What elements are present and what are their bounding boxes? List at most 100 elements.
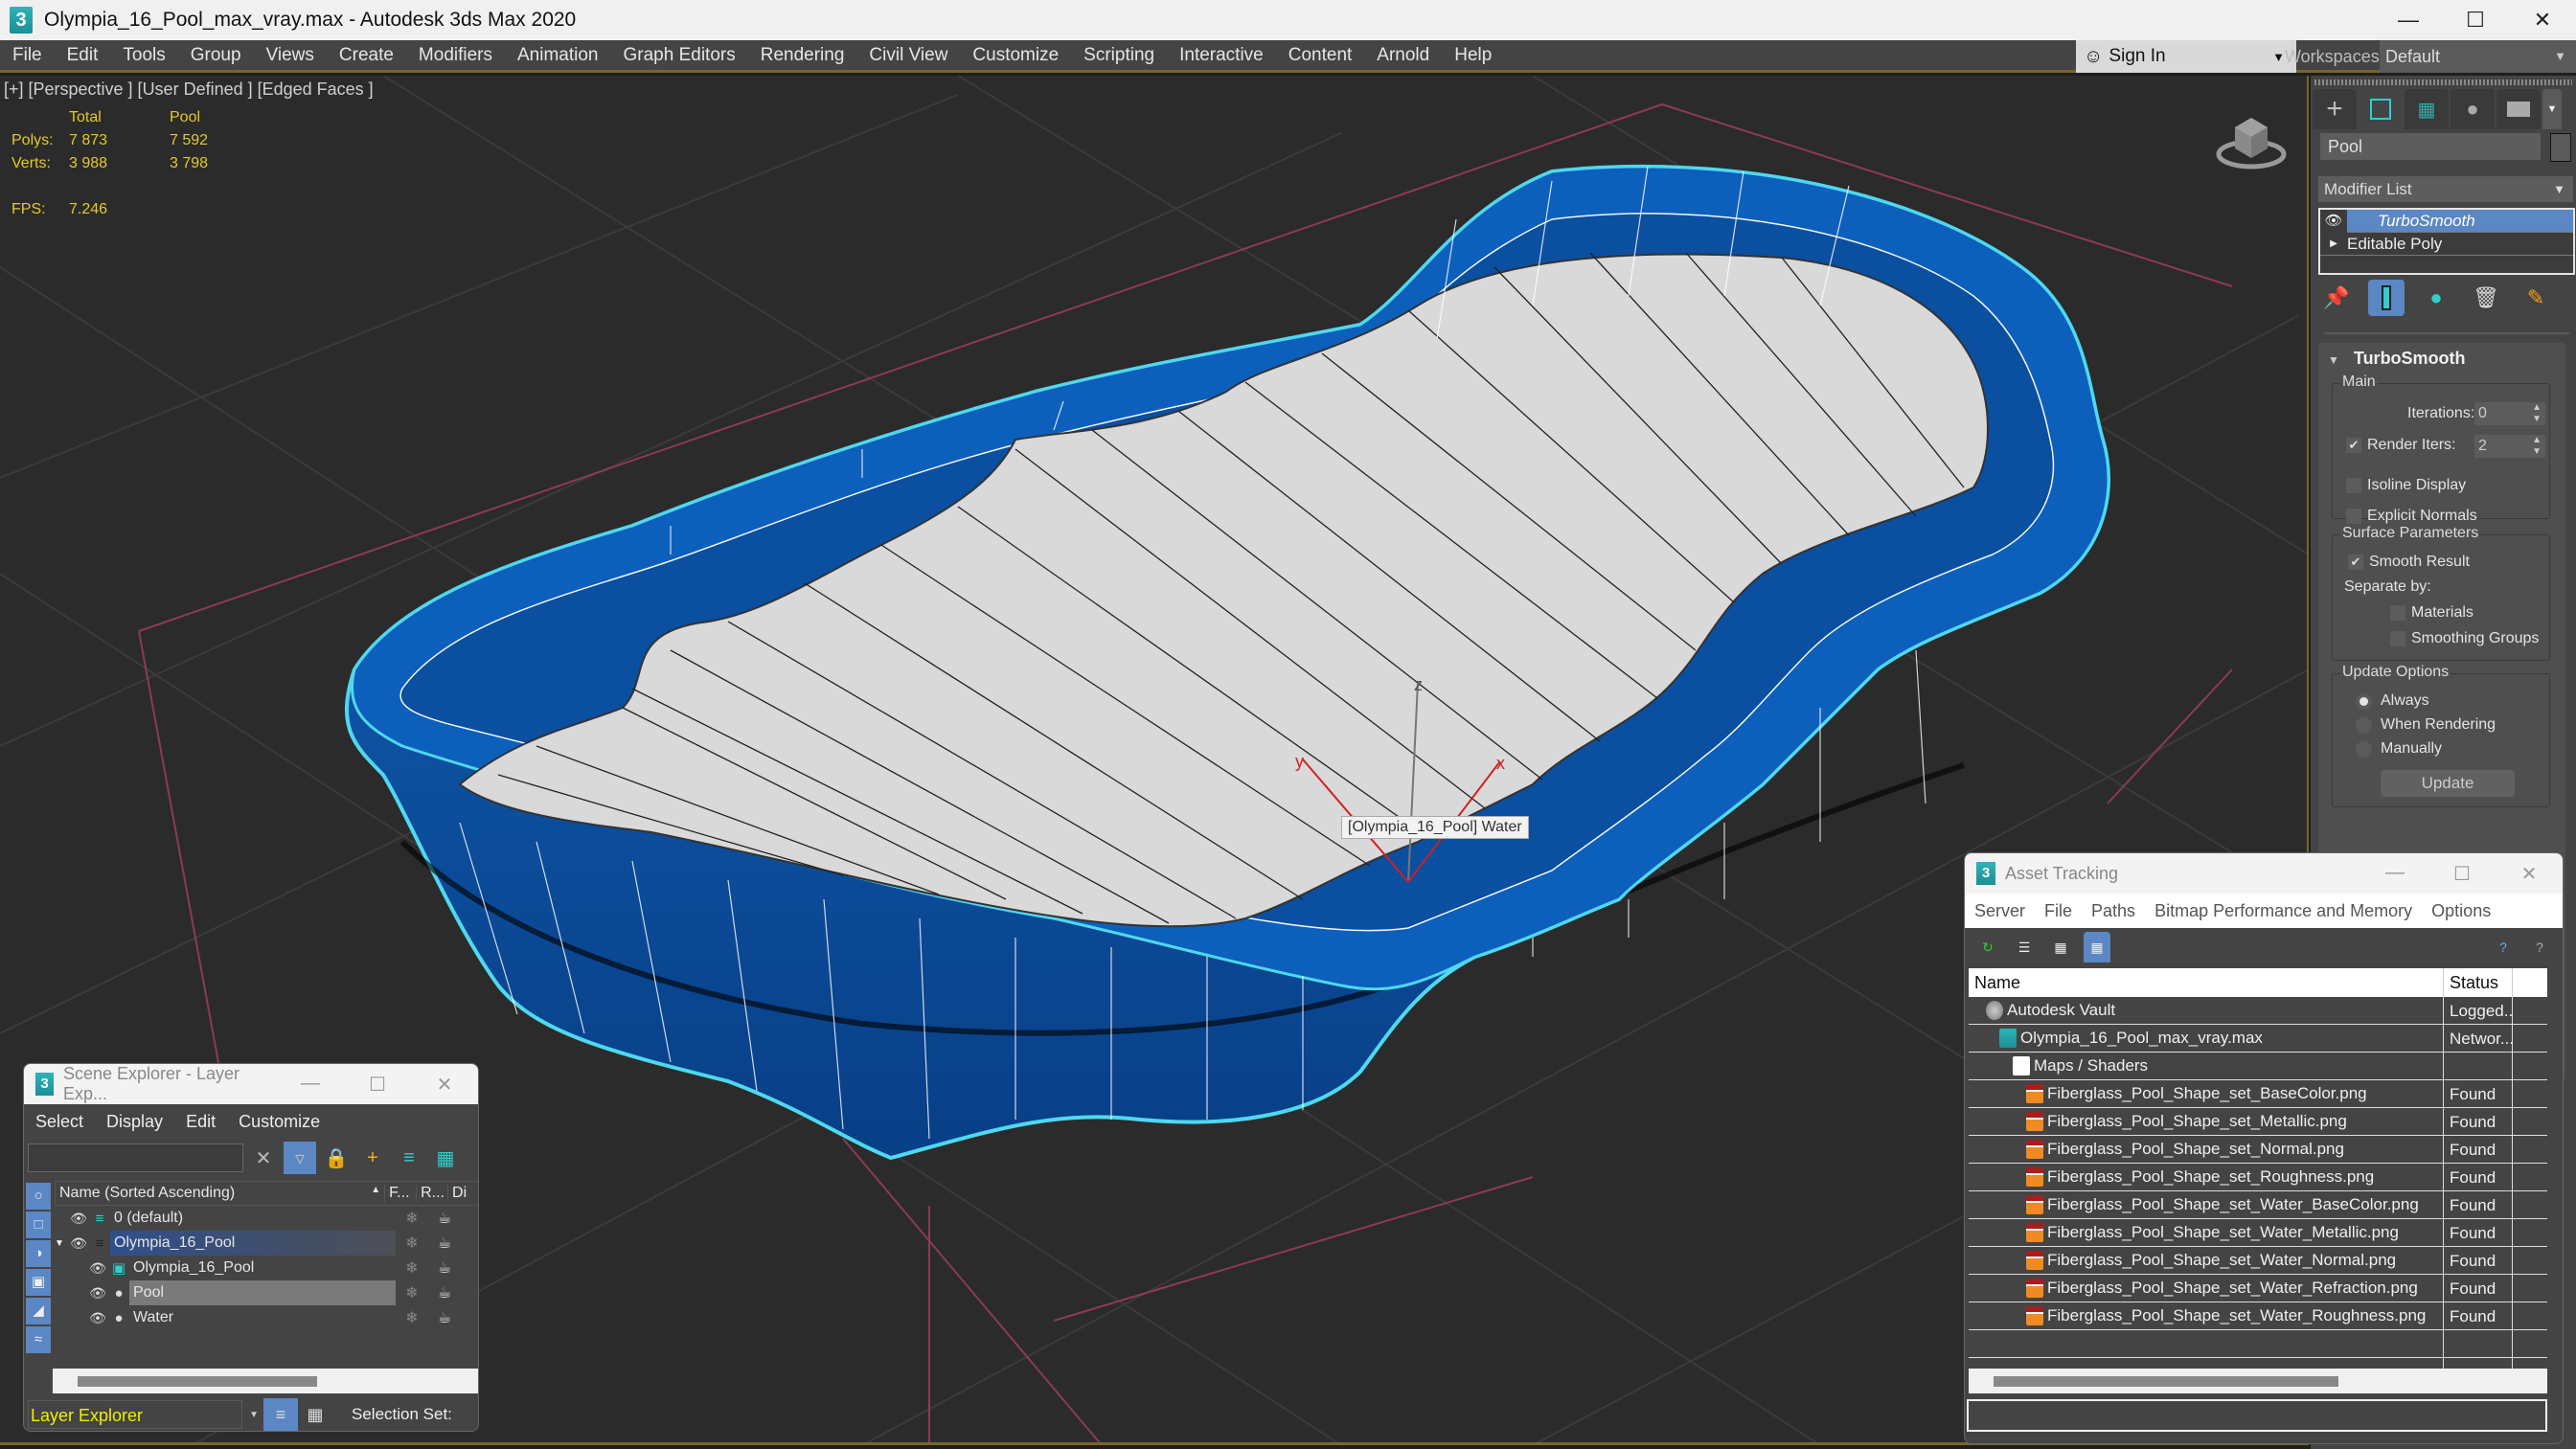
minimize-button[interactable]: — (2361, 862, 2428, 886)
menu-modifiers[interactable]: Modifiers (406, 45, 505, 66)
workspace-dropdown[interactable]: Default ▼ (2380, 40, 2576, 73)
asset-row[interactable]: Fiberglass_Pool_Shape_set_Water_Normal.p… (1969, 1246, 2547, 1275)
maximize-button[interactable]: ☐ (2442, 0, 2509, 40)
close-button[interactable]: ✕ (411, 1073, 478, 1097)
display-cameras-icon[interactable]: ▣ (26, 1269, 51, 1296)
add-to-layer-button[interactable]: ≡ (393, 1142, 425, 1174)
tree-view-button[interactable]: ▦ (2047, 934, 2074, 961)
hierarchy-tab[interactable]: ▦ (2405, 89, 2449, 129)
more-tabs-dropdown[interactable]: ▼ (2542, 89, 2562, 129)
menu-file[interactable]: File (2035, 901, 2082, 921)
asset-row[interactable]: Fiberglass_Pool_Shape_set_Metallic.png Fo… (1969, 1107, 2547, 1136)
rollout-header[interactable]: ▼ TurboSmooth (2328, 349, 2466, 369)
explorer-mode-dropdown[interactable]: Layer Explorer ▼ (28, 1400, 259, 1429)
object-name-field[interactable]: Pool (2320, 133, 2541, 160)
expand-triangle-icon[interactable]: ▼ (55, 1238, 68, 1249)
table-view-button[interactable]: ▦ (2084, 932, 2110, 962)
dialog-title-bar[interactable]: 3 Scene Explorer - Layer Exp... — ☐ ✕ (24, 1064, 478, 1104)
modify-tab[interactable] (2359, 89, 2403, 129)
horizontal-scrollbar[interactable] (1969, 1369, 2547, 1393)
spinner-arrows-icon[interactable]: ▲ ▼ (2532, 435, 2542, 458)
column-frozen[interactable]: F... (384, 1185, 416, 1202)
display-tab[interactable] (2496, 89, 2541, 129)
display-geometry-icon[interactable]: ○ (26, 1183, 51, 1210)
teapot-render-icon[interactable]: ☕ (428, 1308, 461, 1327)
menu-edit[interactable]: Edit (174, 1112, 227, 1132)
asset-row[interactable]: Fiberglass_Pool_Shape_set_Water_BaseColo… (1969, 1190, 2547, 1219)
motion-tab[interactable]: ● (2451, 89, 2495, 129)
asset-row[interactable]: Fiberglass_Pool_Shape_set_Normal.png Foun… (1969, 1135, 2547, 1164)
column-name[interactable]: Name (1969, 968, 2444, 997)
close-button[interactable]: ✕ (2509, 0, 2576, 40)
teapot-render-icon[interactable]: ☕ (428, 1283, 461, 1302)
explicit-normals-checkbox[interactable] (2346, 509, 2361, 524)
eye-icon[interactable]: 👁 (68, 1235, 89, 1252)
pin-stack-button[interactable]: 📌 (2318, 280, 2355, 316)
menu-animation[interactable]: Animation (505, 45, 611, 66)
stack-item-turbosmooth[interactable]: 👁 TurboSmooth (2320, 209, 2573, 233)
freeze-icon[interactable]: ❄ (396, 1283, 428, 1302)
menu-server[interactable]: Server (1965, 901, 2035, 921)
make-unique-button[interactable]: ● (2418, 280, 2454, 316)
display-spacewarps-icon[interactable]: ≈ (26, 1326, 51, 1353)
menu-options[interactable]: Options (2422, 901, 2500, 921)
clear-search-button[interactable]: ✕ (247, 1142, 280, 1174)
menu-create[interactable]: Create (327, 45, 406, 66)
stack-item-editable-poly[interactable]: ▶ Editable Poly (2320, 233, 2573, 256)
eye-icon[interactable]: 👁 (2320, 209, 2347, 233)
freeze-icon[interactable]: ❄ (396, 1234, 428, 1253)
teapot-render-icon[interactable]: ☕ (428, 1209, 461, 1228)
freeze-icon[interactable]: ❄ (396, 1209, 428, 1228)
smooth-result-checkbox[interactable]: ✔ (2348, 555, 2363, 570)
filter-button[interactable]: ▿ (284, 1142, 316, 1174)
column-renderable[interactable]: R... (416, 1185, 447, 1202)
menu-group[interactable]: Group (178, 45, 254, 66)
show-end-result-button[interactable] (2368, 280, 2405, 316)
freeze-icon[interactable]: ❄ (396, 1258, 428, 1278)
radio-always[interactable] (2356, 693, 2372, 710)
tree-row-default-layer[interactable]: 👁 ≡ 0 (default) ❄ ☕ (55, 1206, 478, 1231)
sign-in-dropdown[interactable]: ☺ Sign In ▼ (2076, 40, 2296, 73)
viewcube-icon[interactable] (2208, 106, 2294, 175)
asset-row[interactable]: Olympia_16_Pool_max_vray.max Networ... (1969, 1024, 2547, 1053)
menu-content[interactable]: Content (1276, 45, 1365, 66)
column-status[interactable]: Status (2444, 968, 2513, 997)
smoothing-groups-checkbox[interactable] (2390, 631, 2405, 646)
menu-help[interactable]: Help (1442, 45, 1504, 66)
maximize-button[interactable]: ☐ (344, 1073, 411, 1097)
panel-drag-handle[interactable] (2314, 79, 2572, 85)
column-display[interactable]: Di (447, 1185, 478, 1202)
teapot-render-icon[interactable]: ☕ (428, 1234, 461, 1253)
menu-views[interactable]: Views (254, 45, 327, 66)
menu-arnold[interactable]: Arnold (1364, 45, 1442, 66)
close-button[interactable]: ✕ (2496, 862, 2563, 886)
materials-checkbox[interactable] (2390, 605, 2405, 621)
menu-file[interactable]: File (0, 45, 55, 66)
sort-by-hierarchy-button[interactable]: ▦ (298, 1398, 332, 1431)
asset-row[interactable]: Fiberglass_Pool_Shape_set_Water_Refracti… (1969, 1274, 2547, 1302)
modifier-list-dropdown[interactable]: Modifier List ▼ (2318, 176, 2573, 202)
minimize-button[interactable]: — (2375, 0, 2442, 40)
menu-graph-editors[interactable]: Graph Editors (611, 45, 748, 66)
viewport-label-menu[interactable]: [+] [Perspective ] [User Defined ] [Edge… (4, 79, 374, 100)
tree-row-olympia-layer[interactable]: ▼ 👁 ≡ Olympia_16_Pool ❄ ☕ (55, 1231, 478, 1256)
asset-row[interactable]: Fiberglass_Pool_Shape_set_BaseColor.png F… (1969, 1079, 2547, 1108)
help-button[interactable]: ? (2490, 934, 2517, 961)
teapot-render-icon[interactable]: ☕ (428, 1258, 461, 1278)
tree-row-water[interactable]: 👁 ● Water ❄ ☕ (55, 1305, 478, 1330)
eye-icon[interactable]: 👁 (87, 1260, 108, 1277)
menu-edit[interactable]: Edit (55, 45, 111, 66)
maximize-button[interactable]: ☐ (2428, 862, 2496, 886)
display-lights-icon[interactable]: ◑ (26, 1240, 51, 1267)
menu-civil-view[interactable]: Civil View (856, 45, 960, 66)
eye-icon[interactable]: 👁 (68, 1211, 89, 1227)
scrollbar-thumb[interactable] (1994, 1376, 2338, 1387)
tree-row-pool[interactable]: 👁 ● Pool ❄ ☕ (55, 1280, 478, 1305)
minimize-button[interactable]: — (277, 1073, 344, 1097)
menu-interactive[interactable]: Interactive (1167, 45, 1276, 66)
asset-row[interactable]: Fiberglass_Pool_Shape_set_Roughness.png F… (1969, 1163, 2547, 1191)
freeze-icon[interactable]: ❄ (396, 1308, 428, 1327)
spinner-arrows-icon[interactable]: ▲ ▼ (2532, 402, 2542, 425)
remove-modifier-button[interactable]: 🗑 (2468, 280, 2504, 316)
asset-row[interactable]: Fiberglass_Pool_Shape_set_Water_Roughnes… (1969, 1302, 2547, 1330)
